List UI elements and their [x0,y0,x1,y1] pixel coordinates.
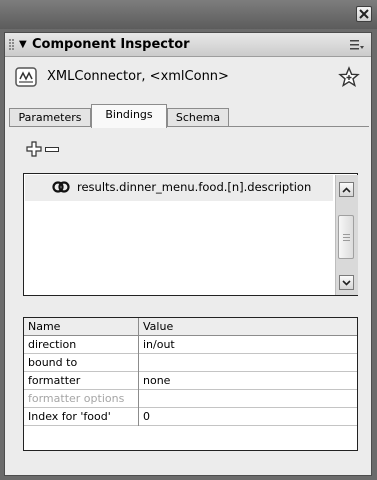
table-row[interactable]: formatter none [24,372,357,390]
component-inspector-panel: ▼ Component Inspector XMLConnector, <xml… [4,32,372,476]
property-name: bound to [28,356,78,369]
chevron-down-icon [342,279,351,286]
add-binding-button[interactable] [26,141,42,157]
property-value[interactable]: 0 [143,409,150,424]
remove-binding-button[interactable] [45,147,59,152]
scroll-up-button[interactable] [339,182,354,197]
xml-connector-icon [15,67,37,87]
property-name: formatter [28,374,81,387]
plus-icon [26,141,42,157]
panel-title: Component Inspector [32,37,190,52]
drag-grip-icon[interactable] [9,39,15,51]
tab-bindings[interactable]: Bindings [91,104,167,128]
window-titlebar [0,0,377,29]
scrollbar[interactable] [335,175,358,295]
table-row[interactable]: direction in/out [24,336,357,354]
collapse-triangle-icon[interactable]: ▼ [19,39,27,51]
property-value[interactable]: in/out [143,337,175,352]
column-header-name: Name [28,320,61,333]
grip-icon [343,234,350,241]
scroll-down-button[interactable] [339,275,354,290]
properties-table: Name Value direction in/out bound to for… [23,317,358,451]
table-header: Name Value [24,318,357,336]
chevron-up-icon [342,186,351,193]
scroll-thumb[interactable] [338,215,354,259]
property-name: formatter options [28,392,125,405]
tab-divider [229,126,369,127]
panel-header: ▼ Component Inspector [5,33,371,57]
panel-options-icon[interactable] [349,38,365,52]
table-row[interactable]: Index for 'food' 0 [24,408,357,426]
bindings-list[interactable]: results.dinner_menu.food.[n].description [23,173,358,296]
list-item[interactable]: results.dinner_menu.food.[n].description [25,175,333,201]
tab-schema[interactable]: Schema [167,108,229,127]
close-button[interactable] [356,6,372,22]
binding-path: results.dinner_menu.food.[n].description [77,180,312,194]
column-separator [138,318,139,426]
star-icon[interactable] [337,66,361,88]
property-name: Index for 'food' [28,410,111,423]
binding-link-icon [51,181,71,193]
close-icon [359,9,369,19]
property-value[interactable]: none [143,373,170,388]
table-row[interactable]: bound to [24,354,357,372]
tab-parameters[interactable]: Parameters [9,108,91,127]
table-row: formatter options [24,390,357,408]
property-name: direction [28,338,77,351]
component-label: XMLConnector, <xmlConn> [47,69,229,84]
column-header-value: Value [143,320,174,333]
